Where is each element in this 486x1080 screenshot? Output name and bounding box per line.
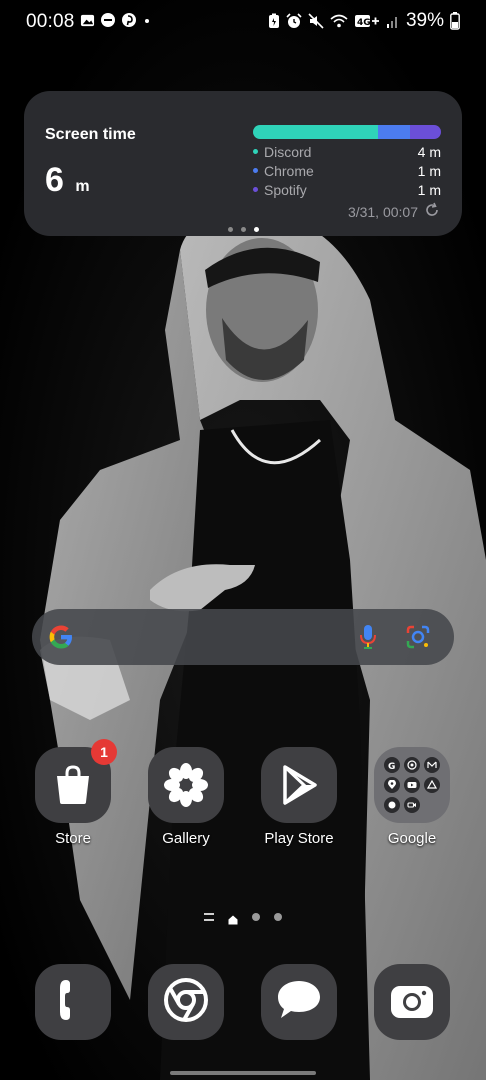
app-name: Discord [264, 143, 312, 160]
google-folder-icon[interactable]: G [374, 747, 450, 823]
chrome-mini-icon [404, 757, 420, 773]
page-dot [252, 913, 260, 921]
phone-app[interactable] [35, 964, 111, 1040]
app-time: 1 m [417, 181, 441, 198]
usage-segment-spotify [409, 125, 441, 139]
pinterest-icon [121, 12, 137, 28]
google-mini-icon: G [384, 757, 400, 773]
usage-segment-chrome [378, 125, 410, 139]
screen-time-total: 6 m [45, 161, 90, 200]
notification-icons [80, 12, 152, 28]
widget-title: Screen time [45, 126, 136, 143]
do-not-disturb-icon [100, 12, 116, 28]
discover-page-icon [204, 913, 214, 921]
status-time: 00:08 [26, 11, 75, 32]
app-usage-list: Discord 4 m Chrome 1 m Spotify 1 m [253, 142, 441, 199]
app-label: Gallery [162, 830, 210, 847]
app-label: Play Store [264, 830, 334, 847]
widget-page-dot-active [254, 227, 259, 232]
wifi-icon [330, 13, 348, 29]
battery-icon [450, 12, 460, 30]
play-store-icon[interactable] [261, 747, 337, 823]
widget-page-dot [241, 227, 246, 232]
google-lens-icon[interactable] [405, 624, 431, 655]
gmail-mini-icon [424, 757, 440, 773]
alarm-icon [286, 13, 302, 29]
phone-icon [56, 978, 90, 1027]
usage-row-spotify: Spotify 1 m [253, 180, 441, 199]
gallery-notification-icon [80, 13, 95, 28]
mute-icon [308, 13, 324, 29]
meet-mini-icon [404, 797, 420, 813]
app-time: 1 m [417, 162, 441, 179]
status-right: 4G 39% [268, 10, 460, 32]
notification-badge: 1 [91, 739, 117, 765]
legend-dot [253, 168, 258, 173]
screen-time-widget[interactable]: Screen time 6 m Discord 4 m Chrome 1 m S… [24, 91, 462, 236]
galaxy-store-icon[interactable]: 1 [35, 739, 117, 823]
app-play-store[interactable]: Play Store [251, 747, 347, 847]
signal-icon [386, 13, 400, 29]
chrome-icon [162, 976, 210, 1029]
more-notifications-icon [142, 12, 152, 28]
youtube-mini-icon [404, 777, 420, 793]
usage-segment-discord [253, 125, 379, 139]
page-dot [274, 913, 282, 921]
legend-dot [253, 149, 258, 154]
status-bar: 00:08 4G 39% [0, 0, 486, 44]
svg-text:G: G [388, 762, 395, 770]
total-unit: m [75, 178, 90, 195]
folder-preview: G [384, 757, 440, 813]
messages-icon [275, 978, 323, 1027]
app-google-folder[interactable]: G Google [364, 747, 460, 847]
app-name: Spotify [264, 181, 307, 198]
total-value: 6 [45, 161, 64, 199]
battery-percent: 39% [405, 10, 444, 31]
app-label: Store [55, 830, 91, 847]
legend-dot [253, 187, 258, 192]
usage-row-discord: Discord 4 m [253, 142, 441, 161]
app-label: Google [387, 830, 437, 847]
gesture-navigation-handle[interactable] [170, 1071, 316, 1075]
home-page-indicator [204, 912, 282, 925]
messages-app[interactable] [261, 964, 337, 1040]
chrome-app[interactable] [148, 964, 224, 1040]
camera-icon [389, 980, 435, 1025]
app-gallery[interactable]: Gallery [138, 747, 234, 847]
app-store[interactable]: 1 Store [25, 739, 121, 847]
last-updated: 3/31, 00:07 [348, 202, 440, 221]
camera-app[interactable] [374, 964, 450, 1040]
usage-bar [253, 125, 441, 139]
assistant-mini-icon [384, 797, 400, 813]
hd-plus-network-icon: 4G [354, 13, 380, 29]
svg-text:4G: 4G [357, 18, 371, 28]
widget-page-dot [228, 227, 233, 232]
gallery-flower-icon[interactable] [148, 747, 224, 823]
google-search-bar[interactable] [32, 609, 454, 665]
home-page-icon [228, 912, 238, 925]
app-time: 4 m [417, 143, 441, 160]
voice-search-mic-icon[interactable] [359, 624, 377, 655]
app-name: Chrome [264, 162, 314, 179]
google-g-icon [47, 623, 75, 656]
usage-row-chrome: Chrome 1 m [253, 161, 441, 180]
refresh-icon[interactable] [424, 202, 440, 221]
maps-mini-icon [384, 777, 400, 793]
battery-saver-icon [268, 13, 280, 29]
widget-page-indicator [228, 227, 259, 232]
updated-time: 3/31, 00:07 [347, 203, 418, 220]
drive-mini-icon [424, 777, 440, 793]
